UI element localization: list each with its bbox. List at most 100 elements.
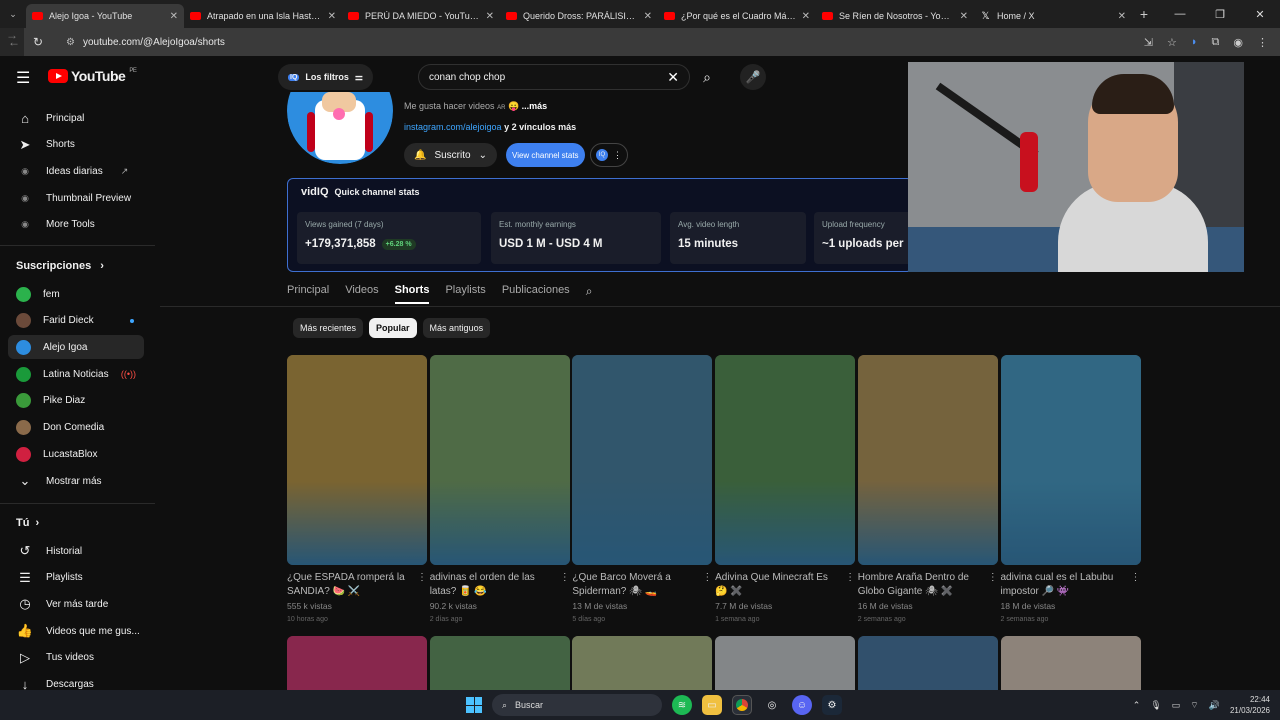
- sidebar-item-playlist[interactable]: ☰ Playlists: [8, 566, 144, 590]
- sidebar-item-video[interactable]: ▷ Tus videos: [8, 646, 144, 670]
- short-card[interactable]: ¿Que Barco Moverá a Spiderman? 🕷 🚤 ⋮ 13 M …: [572, 355, 713, 623]
- sidebar-subscription[interactable]: LucastaBlox: [8, 442, 144, 466]
- tab-close-icon[interactable]: ✕: [1118, 11, 1126, 22]
- minimize-icon[interactable]: —: [1160, 8, 1200, 20]
- tab-close-icon[interactable]: ✕: [960, 11, 968, 22]
- volume-icon[interactable]: 🔊: [1209, 700, 1220, 711]
- more-vert-icon[interactable]: ⋮: [560, 571, 570, 585]
- obs-icon[interactable]: ◎: [762, 695, 782, 715]
- you-header[interactable]: Tú ›: [16, 517, 39, 529]
- monitor-icon[interactable]: ▭: [1172, 700, 1181, 711]
- subscriptions-header[interactable]: Suscripciones ›: [16, 260, 104, 272]
- instagram-link[interactable]: instagram.com/alejoigoa: [404, 122, 502, 132]
- filters-button[interactable]: IQ Los filtros ⚌: [278, 64, 373, 90]
- short-thumbnail[interactable]: [287, 355, 427, 565]
- clear-search-icon[interactable]: ✕: [667, 69, 679, 86]
- more-vert-icon[interactable]: ⋮: [845, 571, 855, 585]
- search-input[interactable]: conan chop chop ✕: [418, 64, 690, 90]
- channel-search-icon[interactable]: ⌕: [586, 284, 593, 304]
- browser-tab[interactable]: Querido Dross: PARÁLISIS POR ✕: [500, 4, 658, 28]
- browser-tab[interactable]: ¿Por qué es el Cuadro Más Fam ✕: [658, 4, 816, 28]
- channel-avatar[interactable]: [287, 92, 393, 164]
- file-explorer-icon[interactable]: ▭: [702, 695, 722, 715]
- browser-tab[interactable]: PERÚ DA MIEDO - YouTube ✕: [342, 4, 500, 28]
- extension-vidiq-icon[interactable]: ◗: [1191, 36, 1198, 49]
- tab-videos[interactable]: Videos: [345, 284, 378, 304]
- browser-tab[interactable]: 𝕏 Home / X ✕: [974, 4, 1132, 28]
- short-thumbnail[interactable]: [429, 636, 570, 690]
- spotify-icon[interactable]: ≋: [672, 695, 692, 715]
- browser-tab[interactable]: Se Ríen de Nosotros - YouTube ✕: [816, 4, 974, 28]
- extensions-puzzle-icon[interactable]: ⧉: [1212, 36, 1220, 49]
- wifi-icon[interactable]: ⌔: [1190, 700, 1198, 711]
- forward-icon[interactable]: →: [0, 28, 24, 56]
- tab-playlists[interactable]: Playlists: [445, 284, 485, 304]
- tab-close-icon[interactable]: ✕: [486, 11, 494, 22]
- view-channel-stats-button[interactable]: View channel stats: [506, 143, 585, 167]
- short-thumbnail[interactable]: [1000, 355, 1141, 565]
- short-title[interactable]: Adivina Que Minecraft Es 🤔 ✖️ ⋮: [715, 571, 855, 599]
- sidebar-subscription[interactable]: Alejo Igoa: [8, 335, 144, 360]
- short-card[interactable]: Hombre Araña Dentro de Globo Gigante 🕷 ✖…: [857, 355, 998, 623]
- short-thumbnail[interactable]: [287, 636, 427, 690]
- short-thumbnail[interactable]: [429, 355, 570, 565]
- short-card[interactable]: Adivina Que Minecraft Es 🤔 ✖️ ⋮ 7.7 M de v…: [715, 355, 856, 623]
- sidebar-item-clock[interactable]: ◷ Ver más tarde: [8, 592, 144, 616]
- steam-icon[interactable]: ⚙: [822, 695, 842, 715]
- new-tab-button[interactable]: +: [1132, 6, 1156, 22]
- install-icon[interactable]: ⇲: [1144, 36, 1153, 49]
- bio-more-link[interactable]: ...más: [522, 101, 548, 111]
- site-info-icon[interactable]: ⚙: [66, 37, 75, 48]
- sidebar-item-ideas-diarias[interactable]: ◉ Ideas diarias ↗: [8, 159, 144, 183]
- menu-hamburger-icon[interactable]: ☰: [16, 68, 30, 88]
- more-vert-icon[interactable]: ⋮: [1131, 571, 1141, 585]
- sort-chip[interactable]: Más antiguos: [422, 318, 491, 338]
- show-more-button[interactable]: ⌄ Mostrar más: [8, 469, 144, 493]
- tab-close-icon[interactable]: ✕: [170, 11, 178, 22]
- subscribed-button[interactable]: 🔔 Suscrito ⌄: [404, 143, 497, 167]
- sidebar-item-more-tools[interactable]: ◉ More Tools: [8, 213, 144, 237]
- sidebar-subscription[interactable]: Farid Dieck: [8, 309, 144, 333]
- tab-principal[interactable]: Principal: [287, 284, 329, 304]
- tab-search-icon[interactable]: ⌄: [0, 9, 26, 20]
- youtube-logo[interactable]: YouTube PE: [48, 68, 137, 84]
- sort-chip[interactable]: Más recientes: [293, 318, 364, 338]
- browser-tab[interactable]: Alejo Igoa - YouTube ✕: [26, 4, 184, 28]
- short-title[interactable]: ¿Que Barco Moverá a Spiderman? 🕷 🚤 ⋮: [572, 571, 712, 599]
- short-thumbnail[interactable]: [572, 636, 713, 690]
- sidebar-item-principal[interactable]: ⌂ Principal: [8, 106, 144, 130]
- close-window-icon[interactable]: ✕: [1240, 8, 1280, 21]
- short-thumbnail[interactable]: [715, 636, 856, 690]
- short-title[interactable]: ¿Que ESPADA romperá la SANDIA? 🍉 ⚔️ ⋮: [287, 571, 427, 599]
- sidebar-item-like[interactable]: 👍 Videos que me gus...: [8, 619, 144, 643]
- url-field[interactable]: ⚙ youtube.com/@AlejoIgoa/shorts: [58, 31, 1068, 53]
- more-vert-icon[interactable]: ⋮: [417, 571, 427, 585]
- sort-chip[interactable]: Popular: [369, 318, 417, 338]
- short-thumbnail[interactable]: [572, 355, 713, 565]
- profile-avatar-icon[interactable]: ◉: [1233, 36, 1243, 49]
- tab-close-icon[interactable]: ✕: [328, 11, 336, 22]
- tab-publicaciones[interactable]: Publicaciones: [502, 284, 570, 304]
- start-icon[interactable]: [466, 697, 482, 713]
- channel-description[interactable]: Me gusta hacer videos AR 😛 ...más: [404, 101, 547, 112]
- taskbar-search[interactable]: ⌕ Buscar: [492, 694, 662, 716]
- short-title[interactable]: adivinas el orden de las latas? 🥫 😂 ⋮: [430, 571, 570, 599]
- more-vert-icon[interactable]: ⋮: [702, 571, 712, 585]
- bookmark-star-icon[interactable]: ☆: [1167, 36, 1177, 49]
- discord-icon[interactable]: ☺: [792, 695, 812, 715]
- tray-mic-icon[interactable]: 🎙: [1150, 700, 1161, 711]
- voice-search-button[interactable]: 🎤: [740, 64, 766, 90]
- short-card[interactable]: adivinas el orden de las latas? 🥫 😂 ⋮ 90.2…: [429, 355, 570, 623]
- short-thumbnail[interactable]: [1000, 636, 1141, 690]
- search-button[interactable]: ⌕: [692, 64, 722, 90]
- short-title[interactable]: Hombre Araña Dentro de Globo Gigante 🕷 ✖…: [858, 571, 998, 599]
- browser-menu-icon[interactable]: ⋮: [1257, 36, 1268, 49]
- tab-shorts[interactable]: Shorts: [394, 284, 430, 304]
- sidebar-item-history[interactable]: ↺ Historial: [8, 539, 144, 563]
- short-title[interactable]: adivina cual es el Labubu impostor 🔎 👾 ⋮: [1001, 571, 1141, 599]
- short-card[interactable]: ¿Que ESPADA romperá la SANDIA? 🍉 ⚔️ ⋮ 555 …: [287, 355, 427, 623]
- sidebar-subscription[interactable]: Don Comedia: [8, 416, 144, 440]
- short-thumbnail[interactable]: [857, 355, 998, 565]
- more-links[interactable]: y 2 vínculos más: [504, 122, 576, 132]
- browser-tab[interactable]: Atrapado en una Isla Hasta que ✕: [184, 4, 342, 28]
